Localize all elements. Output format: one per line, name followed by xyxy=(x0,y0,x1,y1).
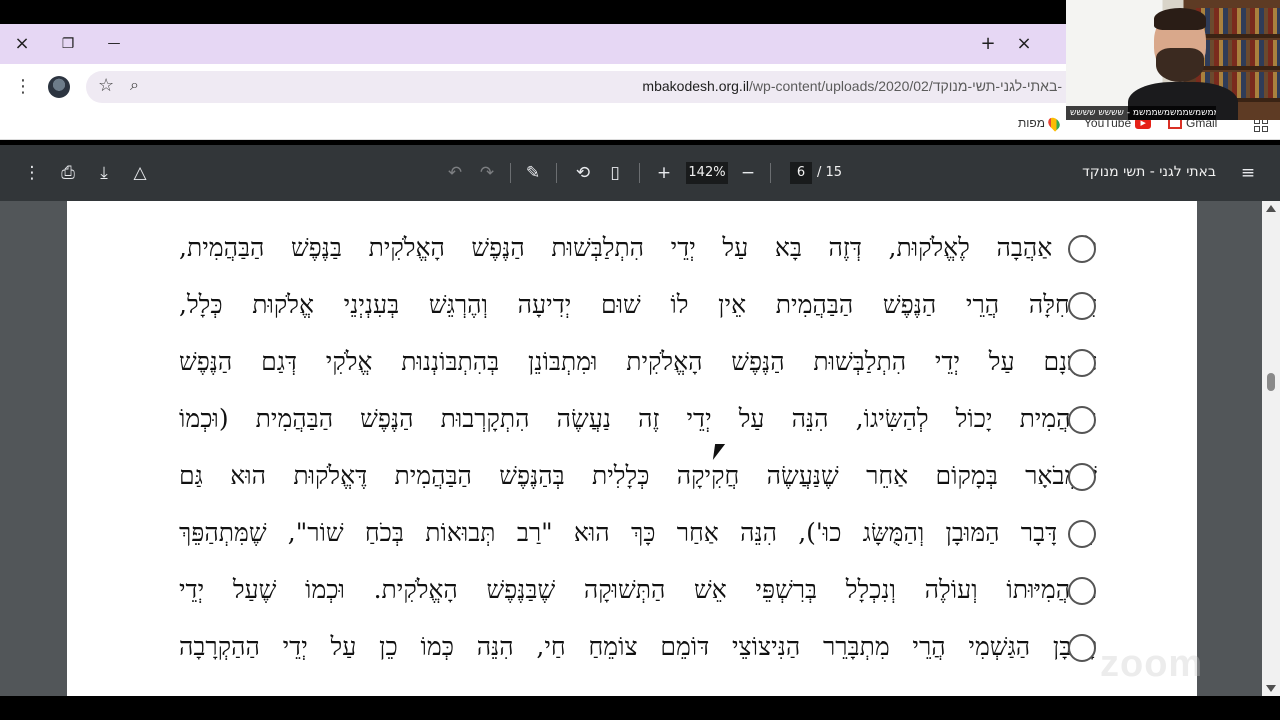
undo-icon[interactable]: ↶ xyxy=(443,161,467,185)
radio-button[interactable] xyxy=(1068,292,1096,320)
scroll-thumb[interactable] xyxy=(1267,373,1275,391)
download-icon[interactable]: ⤓ xyxy=(92,161,116,185)
scroll-up-icon[interactable] xyxy=(1266,205,1276,212)
radio-button[interactable] xyxy=(1068,349,1096,377)
sidebar-menu-icon[interactable]: ≡ xyxy=(1236,161,1260,185)
toolbar-divider xyxy=(556,163,557,183)
speaker-beard xyxy=(1156,48,1204,82)
video-thumbnail: ממשמשממשמשממשמ - שששש שששש xyxy=(1066,0,1280,120)
radio-button[interactable] xyxy=(1068,577,1096,605)
profile-avatar[interactable] xyxy=(48,76,70,98)
participant-name: ממשמשממשמשממשמ - שששש שששש xyxy=(1066,106,1216,120)
radio-button[interactable] xyxy=(1068,406,1096,434)
radio-button[interactable] xyxy=(1068,463,1096,491)
pdf-page: לוֹ אַהֲבָה לֶאֱלֹקוּת, דְּזֶה בָּא עַל … xyxy=(67,201,1197,696)
url-domain: mbakodesh.org.il xyxy=(642,78,750,94)
shelf xyxy=(1196,66,1280,70)
radio-button[interactable] xyxy=(1068,520,1096,548)
radio-button[interactable] xyxy=(1068,634,1096,662)
print-icon[interactable]: ⎙ xyxy=(56,161,80,185)
maps-pin-icon xyxy=(1045,114,1063,132)
drive-save-icon[interactable]: △ xyxy=(128,161,152,185)
zoom-level-field[interactable]: 142% xyxy=(686,162,728,184)
text-line: הַבַּהֲמִית יָכוֹל לְהַשִּׂיגוֹ, הִנֵּה … xyxy=(179,404,1097,433)
bookmark-star-icon[interactable]: ☆ xyxy=(98,75,114,96)
text-line: דִּתְחִלָּה הֲרֵי הַנֶּפֶשׁ הַבַּהֲמִית … xyxy=(179,290,1097,319)
rotate-icon[interactable]: ⟲ xyxy=(571,161,595,185)
url-text[interactable]: mbakodesh.org.il/wp-content/uploads/2020… xyxy=(642,78,1062,94)
text-line: שֶׁמְּבֹאָר בְּמָקוֹם אַחֵר שֶׁנַּעֲשֶׂה… xyxy=(179,461,1097,490)
address-bar[interactable]: ☆ ⌕ mbakodesh.org.il/wp-content/uploads/… xyxy=(86,71,1086,103)
fit-page-icon[interactable]: ▯ xyxy=(603,161,627,185)
tab-close-icon[interactable]: × xyxy=(1012,32,1036,56)
new-tab-icon[interactable]: + xyxy=(976,32,1000,56)
bookmark-maps[interactable]: מפות xyxy=(1018,114,1063,132)
window-minimize-icon[interactable]: — xyxy=(102,32,126,56)
zoom-watermark: zoom xyxy=(1100,643,1204,685)
bookmark-maps-label: מפות xyxy=(1018,116,1045,130)
text-line: קָרְבָּן הַגַּשְׁמִי הֲרֵי מִתְבָּרֵר הַ… xyxy=(179,632,1097,661)
page-total: / 15 xyxy=(817,165,843,180)
scroll-down-icon[interactable] xyxy=(1266,685,1276,692)
search-lens-icon[interactable]: ⌕ xyxy=(130,75,139,95)
page-number-field[interactable]: 6 xyxy=(790,162,812,184)
annotate-pen-icon[interactable]: ✎ xyxy=(521,161,545,185)
browser-tab-bar: × ❐ — + × xyxy=(0,24,1066,64)
bookshelf xyxy=(1196,8,1280,34)
window-close-icon[interactable]: × xyxy=(10,32,34,56)
toolbar-divider xyxy=(770,163,771,183)
url-path: /wp-content/uploads/2020/02/באתי-לגני-תש… xyxy=(749,78,1062,94)
toolbar-divider xyxy=(639,163,640,183)
radio-button[interactable] xyxy=(1068,235,1096,263)
shelf xyxy=(1196,34,1280,38)
more-actions-icon[interactable]: ⋮ xyxy=(20,161,44,185)
text-line: כֵּן דָּבָר הַמּוּבָן וְהַמֻּשָּׂג כוּ')… xyxy=(179,518,1097,547)
text-line: לוֹ אַהֲבָה לֶאֱלֹקוּת, דְּזֶה בָּא עַל … xyxy=(179,233,1097,262)
bookshelf xyxy=(1196,40,1280,66)
browser-menu-icon[interactable]: ⋮ xyxy=(14,75,32,99)
document-title: באתי לגני - תשי מנוקד xyxy=(1082,164,1216,180)
window-restore-icon[interactable]: ❐ xyxy=(56,32,80,56)
text-line: אָמְנָם עַל יְדֵי הִתְלַבְּשׁוּת הַנֶּפֶ… xyxy=(179,347,1097,376)
redo-icon[interactable]: ↷ xyxy=(475,161,499,185)
apps-grid-icon[interactable] xyxy=(1254,118,1268,132)
toolbar-divider xyxy=(510,163,511,183)
vertical-scrollbar[interactable] xyxy=(1262,201,1280,696)
text-line: מִבַּהֲמִיּוּתוֹ וְעוֹלֶה וְנִכְלָל בְּר… xyxy=(179,575,1097,604)
pdf-viewer: לוֹ אַהֲבָה לֶאֱלֹקוּת, דְּזֶה בָּא עַל … xyxy=(0,201,1280,696)
zoom-out-icon[interactable]: − xyxy=(736,161,760,185)
speaker-hair xyxy=(1154,8,1206,30)
zoom-in-icon[interactable]: + xyxy=(652,161,676,185)
screen-bottom-border xyxy=(0,696,1280,720)
